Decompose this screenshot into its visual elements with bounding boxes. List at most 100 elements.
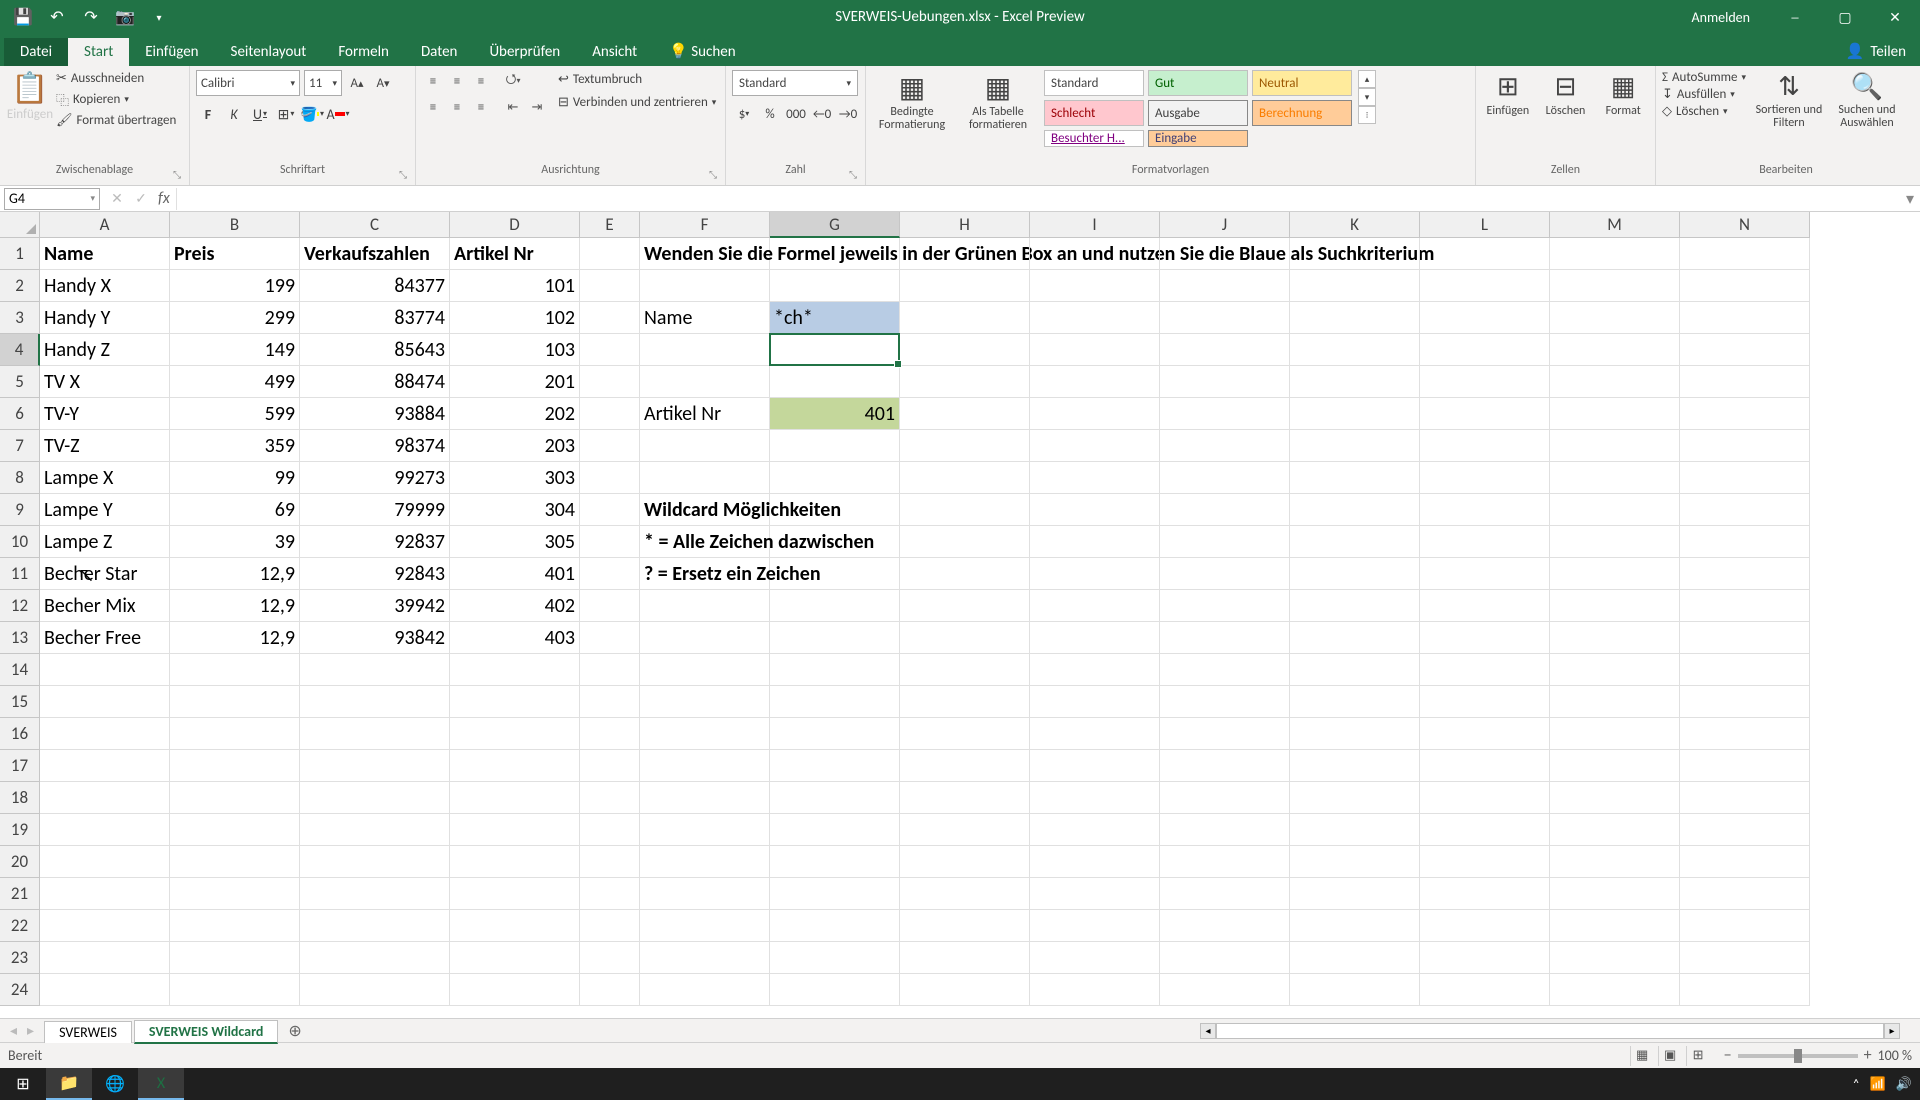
cell-E20[interactable] xyxy=(580,846,640,878)
spreadsheet-grid[interactable]: ABCDEFGHIJKLMN 1234567891011121314151617… xyxy=(0,212,1920,1018)
cell-G3[interactable]: *ch* xyxy=(770,302,900,334)
cell-I8[interactable] xyxy=(1030,462,1160,494)
cell-N5[interactable] xyxy=(1680,366,1810,398)
tab-file[interactable]: Datei xyxy=(4,38,68,66)
cell-J15[interactable] xyxy=(1160,686,1290,718)
cell-C15[interactable] xyxy=(300,686,450,718)
cell-I4[interactable] xyxy=(1030,334,1160,366)
cell-N11[interactable] xyxy=(1680,558,1810,590)
cell-A3[interactable]: Handy Y xyxy=(40,302,170,334)
cell-G4[interactable] xyxy=(770,334,900,366)
cell-I19[interactable] xyxy=(1030,814,1160,846)
cell-I3[interactable] xyxy=(1030,302,1160,334)
cell-F9[interactable]: Wildcard Möglichkeiten xyxy=(640,494,770,526)
cell-K20[interactable] xyxy=(1290,846,1420,878)
align-right-button[interactable]: ≡ xyxy=(470,96,492,118)
cell-C16[interactable] xyxy=(300,718,450,750)
cell-N2[interactable] xyxy=(1680,270,1810,302)
insert-cells-button[interactable]: ⊞Einfügen xyxy=(1482,70,1534,118)
cell-F4[interactable] xyxy=(640,334,770,366)
cell-H4[interactable] xyxy=(900,334,1030,366)
cell-D5[interactable]: 201 xyxy=(450,366,580,398)
font-dialog-launcher[interactable]: ⤡ xyxy=(399,168,407,181)
cell-F12[interactable] xyxy=(640,590,770,622)
cell-G7[interactable] xyxy=(770,430,900,462)
cell-K8[interactable] xyxy=(1290,462,1420,494)
cell-E2[interactable] xyxy=(580,270,640,302)
cell-G19[interactable] xyxy=(770,814,900,846)
merge-center-button[interactable]: ⊟Verbinden und zentrieren▾ xyxy=(556,93,718,112)
cell-H8[interactable] xyxy=(900,462,1030,494)
cell-J22[interactable] xyxy=(1160,910,1290,942)
cell-D4[interactable]: 103 xyxy=(450,334,580,366)
row-header-23[interactable]: 23 xyxy=(0,942,40,974)
cell-K15[interactable] xyxy=(1290,686,1420,718)
cell-K12[interactable] xyxy=(1290,590,1420,622)
cell-B13[interactable]: 12,9 xyxy=(170,622,300,654)
cell-F18[interactable] xyxy=(640,782,770,814)
cell-I2[interactable] xyxy=(1030,270,1160,302)
signin-link[interactable]: Anmelden xyxy=(1692,9,1751,26)
sheet-tab-sverweis-wildcard[interactable]: SVERWEIS Wildcard xyxy=(134,1020,278,1044)
cell-K18[interactable] xyxy=(1290,782,1420,814)
tab-formulas[interactable]: Formeln xyxy=(322,38,405,66)
cell-K24[interactable] xyxy=(1290,974,1420,1006)
cell-B21[interactable] xyxy=(170,878,300,910)
cell-J11[interactable] xyxy=(1160,558,1290,590)
cell-I15[interactable] xyxy=(1030,686,1160,718)
cell-C24[interactable] xyxy=(300,974,450,1006)
cell-L18[interactable] xyxy=(1420,782,1550,814)
cell-L8[interactable] xyxy=(1420,462,1550,494)
cell-G13[interactable] xyxy=(770,622,900,654)
column-header-D[interactable]: D xyxy=(450,212,580,238)
cell-I14[interactable] xyxy=(1030,654,1160,686)
cell-A20[interactable] xyxy=(40,846,170,878)
tab-review[interactable]: Überprüfen xyxy=(473,38,576,66)
cell-G8[interactable] xyxy=(770,462,900,494)
cell-G15[interactable] xyxy=(770,686,900,718)
start-button[interactable]: ⊞ xyxy=(0,1068,46,1100)
cell-A5[interactable]: TV X xyxy=(40,366,170,398)
cell-K1[interactable] xyxy=(1290,238,1420,270)
cell-A12[interactable]: Becher Mix xyxy=(40,590,170,622)
cell-C5[interactable]: 88474 xyxy=(300,366,450,398)
row-header-16[interactable]: 16 xyxy=(0,718,40,750)
row-header-8[interactable]: 8 xyxy=(0,462,40,494)
cell-D14[interactable] xyxy=(450,654,580,686)
cell-H12[interactable] xyxy=(900,590,1030,622)
cell-D18[interactable] xyxy=(450,782,580,814)
zoom-out-button[interactable]: − xyxy=(1724,1046,1732,1065)
cell-N4[interactable] xyxy=(1680,334,1810,366)
cell-L3[interactable] xyxy=(1420,302,1550,334)
undo-icon[interactable]: ↶ xyxy=(42,2,72,32)
cell-J16[interactable] xyxy=(1160,718,1290,750)
cell-F17[interactable] xyxy=(640,750,770,782)
cell-M20[interactable] xyxy=(1550,846,1680,878)
cell-C14[interactable] xyxy=(300,654,450,686)
cell-J14[interactable] xyxy=(1160,654,1290,686)
cell-F7[interactable] xyxy=(640,430,770,462)
cell-I18[interactable] xyxy=(1030,782,1160,814)
cell-K21[interactable] xyxy=(1290,878,1420,910)
cell-I10[interactable] xyxy=(1030,526,1160,558)
tab-layout[interactable]: Seitenlayout xyxy=(215,38,323,66)
cell-F20[interactable] xyxy=(640,846,770,878)
cell-M2[interactable] xyxy=(1550,270,1680,302)
cell-E8[interactable] xyxy=(580,462,640,494)
column-header-F[interactable]: F xyxy=(640,212,770,238)
column-header-G[interactable]: G xyxy=(770,212,900,238)
cell-B23[interactable] xyxy=(170,942,300,974)
cell-B6[interactable]: 599 xyxy=(170,398,300,430)
cell-A2[interactable]: Handy X xyxy=(40,270,170,302)
cell-L22[interactable] xyxy=(1420,910,1550,942)
tab-insert[interactable]: Einfügen xyxy=(129,38,214,66)
row-header-3[interactable]: 3 xyxy=(0,302,40,334)
gallery-down-button[interactable]: ▾ xyxy=(1358,88,1376,106)
font-size-combo[interactable]: 11▾ xyxy=(304,70,342,96)
cell-K14[interactable] xyxy=(1290,654,1420,686)
cell-H22[interactable] xyxy=(900,910,1030,942)
cell-E22[interactable] xyxy=(580,910,640,942)
cell-H1[interactable] xyxy=(900,238,1030,270)
cell-C10[interactable]: 92837 xyxy=(300,526,450,558)
cell-K3[interactable] xyxy=(1290,302,1420,334)
